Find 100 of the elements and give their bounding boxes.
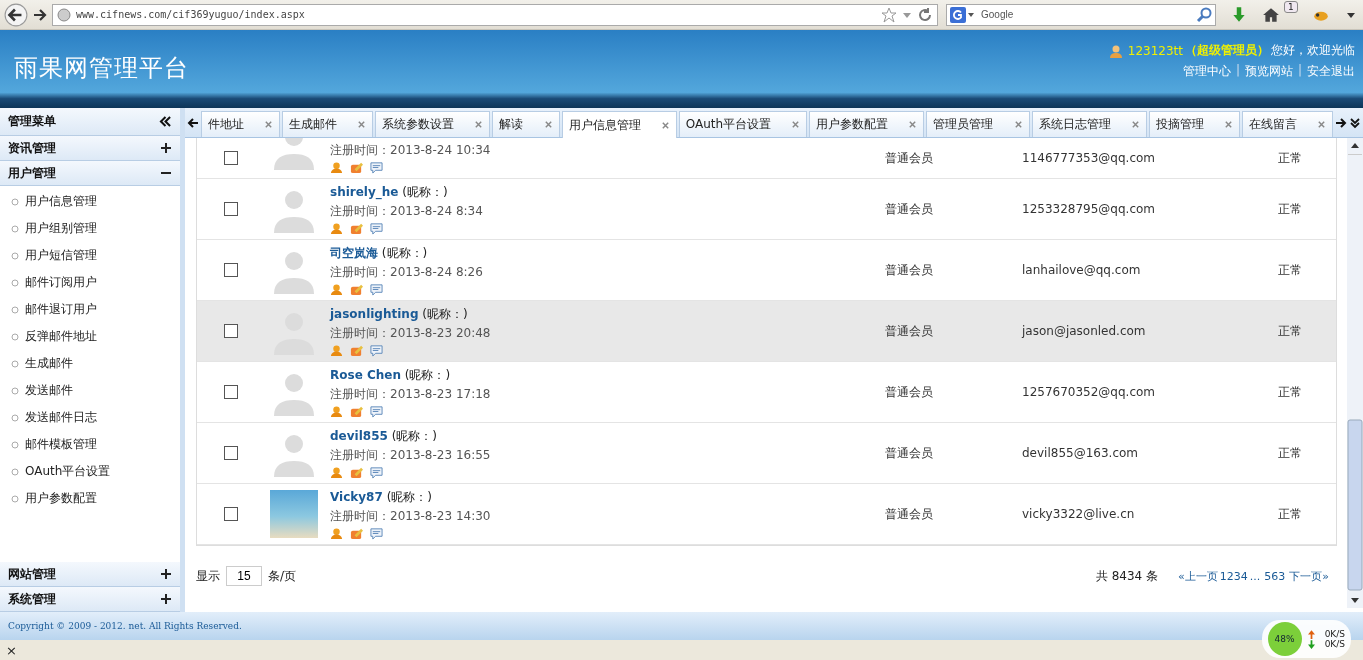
tab[interactable]: 用户信息管理 xyxy=(561,110,677,139)
pencil-icon[interactable] xyxy=(350,282,363,296)
tab[interactable]: 投摘管理 xyxy=(1148,111,1240,137)
checkbox[interactable] xyxy=(224,263,238,277)
message-icon[interactable] xyxy=(370,465,383,479)
user-edit-icon[interactable] xyxy=(330,282,343,296)
pencil-icon[interactable] xyxy=(350,221,363,235)
checkbox[interactable] xyxy=(224,507,238,521)
checkbox[interactable] xyxy=(224,324,238,338)
notification-badge[interactable]: 1 xyxy=(1284,1,1298,13)
username-link[interactable]: Rose Chen xyxy=(330,367,401,382)
close-icon[interactable] xyxy=(264,120,274,129)
username-link[interactable]: shirely_he xyxy=(330,184,399,199)
page-size-field[interactable]: 15 xyxy=(226,566,262,586)
menu-section[interactable]: 资讯管理 xyxy=(0,136,180,161)
tab[interactable]: 系统参数设置 xyxy=(375,111,491,137)
menu-section[interactable]: 系统管理 xyxy=(0,587,180,612)
username-link[interactable]: 司空岚海 xyxy=(330,245,378,260)
scrollbar[interactable] xyxy=(1347,138,1363,608)
next-page-link[interactable]: 下一页» xyxy=(1289,568,1329,584)
message-icon[interactable] xyxy=(370,526,383,540)
close-icon[interactable] xyxy=(791,120,801,129)
plus-icon[interactable] xyxy=(160,568,172,580)
prev-page-link[interactable]: «上一页 xyxy=(1178,568,1218,584)
refresh-icon[interactable] xyxy=(917,6,933,23)
pencil-icon[interactable] xyxy=(350,161,363,174)
menu-item[interactable]: 邮件退订用户 xyxy=(25,301,97,318)
menu-item[interactable]: 发送邮件日志 xyxy=(25,409,97,426)
menu-item[interactable]: 邮件订阅用户 xyxy=(25,274,97,291)
menu-item[interactable]: OAuth平台设置 xyxy=(25,463,111,480)
search-engine-icon[interactable] xyxy=(950,6,976,23)
right-arrow-icon[interactable] xyxy=(1335,116,1348,129)
close-icon[interactable] xyxy=(1317,120,1327,129)
address-bar[interactable]: www.cifnews.com/cif369yuguo/index.aspx xyxy=(52,3,938,26)
double-down-icon[interactable] xyxy=(1349,116,1362,129)
menu-item[interactable]: 用户组别管理 xyxy=(25,220,97,237)
message-icon[interactable] xyxy=(370,282,383,296)
menu-item[interactable]: 发送邮件 xyxy=(25,382,73,399)
message-icon[interactable] xyxy=(370,343,383,357)
user-edit-icon[interactable] xyxy=(330,161,343,174)
menu-item[interactable]: 用户参数配置 xyxy=(25,490,97,507)
forward-icon[interactable] xyxy=(32,6,48,23)
checkbox[interactable] xyxy=(224,385,238,399)
user-edit-icon[interactable] xyxy=(330,465,343,479)
page-link[interactable]: 1 xyxy=(1219,569,1227,583)
close-icon[interactable] xyxy=(1013,120,1023,129)
message-icon[interactable] xyxy=(370,404,383,418)
close-icon[interactable] xyxy=(543,120,553,129)
left-arrow-icon[interactable] xyxy=(187,116,199,129)
user-edit-icon[interactable] xyxy=(330,343,343,357)
plus-icon[interactable] xyxy=(160,142,172,154)
menu-item[interactable]: 反弹邮件地址 xyxy=(25,328,97,345)
pencil-icon[interactable] xyxy=(350,526,363,540)
close-icon[interactable] xyxy=(474,120,484,129)
close-icon[interactable] xyxy=(908,120,918,129)
checkbox[interactable] xyxy=(224,202,238,216)
tab[interactable]: 管理员管理 xyxy=(926,111,1030,137)
pencil-icon[interactable] xyxy=(350,404,363,418)
back-icon[interactable] xyxy=(4,2,28,27)
page-link[interactable]: 563 xyxy=(1264,569,1286,583)
username-link[interactable]: jasonlighting xyxy=(330,306,419,321)
tab[interactable]: 在线留言 xyxy=(1241,111,1334,137)
plus-icon[interactable] xyxy=(160,593,172,605)
search-icon[interactable] xyxy=(1196,6,1212,23)
star-icon[interactable] xyxy=(881,6,897,23)
user-edit-icon[interactable] xyxy=(330,526,343,540)
page-link[interactable]: 3 xyxy=(1233,569,1241,583)
tab[interactable]: 解读 xyxy=(492,111,560,137)
tab[interactable]: 用户参数配置 xyxy=(809,111,925,137)
username-link[interactable]: devil855 xyxy=(330,428,388,443)
tab[interactable]: OAuth平台设置 xyxy=(678,111,808,137)
collapse-icon[interactable] xyxy=(159,116,172,127)
message-icon[interactable] xyxy=(370,221,383,235)
message-icon[interactable] xyxy=(370,161,383,174)
menu-section[interactable]: 网站管理 xyxy=(0,562,180,587)
user-edit-icon[interactable] xyxy=(330,221,343,235)
close-icon[interactable] xyxy=(1223,120,1233,129)
menu-item[interactable]: 邮件模板管理 xyxy=(25,436,97,453)
close-button[interactable]: × xyxy=(6,642,17,658)
checkbox[interactable] xyxy=(224,151,238,165)
checkbox[interactable] xyxy=(224,446,238,460)
pencil-icon[interactable] xyxy=(350,465,363,479)
account-status: 正常 xyxy=(1278,444,1303,462)
close-icon[interactable] xyxy=(1130,120,1140,129)
page-link[interactable]: 2 xyxy=(1226,569,1234,583)
page-link[interactable]: 4 xyxy=(1240,569,1248,583)
search-field[interactable]: Google xyxy=(979,8,1193,21)
menu-item[interactable]: 用户短信管理 xyxy=(25,247,97,264)
pencil-icon[interactable] xyxy=(350,343,363,357)
close-icon[interactable] xyxy=(660,120,670,130)
tab[interactable]: 件地址 xyxy=(201,111,281,137)
search-box[interactable]: Google xyxy=(946,3,1216,26)
menu-item[interactable]: 用户信息管理 xyxy=(25,193,97,210)
menu-section[interactable]: 用户管理 xyxy=(0,161,180,186)
tab[interactable]: 生成邮件 xyxy=(282,111,374,137)
username-link[interactable]: Vicky87 xyxy=(330,489,383,504)
close-icon[interactable] xyxy=(357,120,367,129)
menu-item[interactable]: 生成邮件 xyxy=(25,355,73,372)
user-edit-icon[interactable] xyxy=(330,404,343,418)
tab[interactable]: 系统日志管理 xyxy=(1031,111,1147,137)
